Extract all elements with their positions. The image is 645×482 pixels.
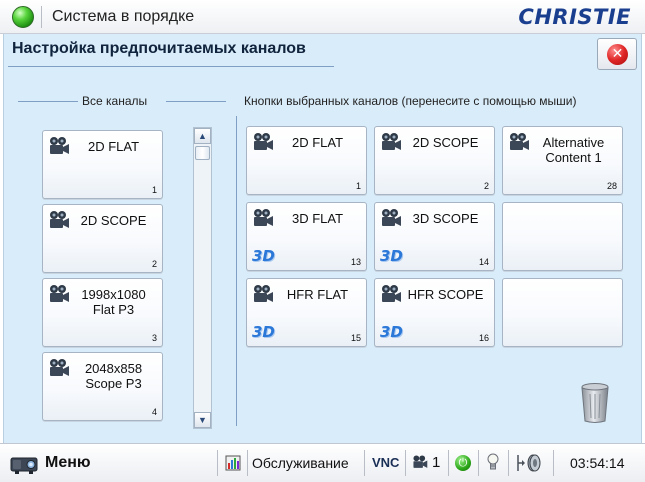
- film-camera-icon: [50, 359, 69, 376]
- channel-list-item[interactable]: 2048x858 Scope P3 4: [42, 352, 163, 421]
- film-camera-icon: [382, 285, 401, 302]
- lens-icon[interactable]: [516, 453, 544, 473]
- title-underline: [8, 66, 334, 67]
- channel-list-item[interactable]: 2D FLAT 1: [42, 130, 163, 199]
- lamp-bulb-icon[interactable]: [487, 453, 499, 472]
- film-camera-icon: [382, 133, 401, 150]
- all-channels-heading-line-left: [18, 101, 78, 102]
- selected-channels-heading: Кнопки выбранных каналов (перенесите с п…: [244, 94, 577, 108]
- service-button[interactable]: Обслуживание: [252, 455, 349, 471]
- selected-channel-button[interactable]: 3D SCOPE 3D 14: [374, 202, 495, 271]
- channel-number: 16: [478, 333, 489, 343]
- channel-number: 14: [478, 257, 489, 267]
- toolbar-separator: [217, 450, 218, 476]
- channel-number: 15: [350, 333, 361, 343]
- channel-list-item[interactable]: 2D SCOPE 2: [42, 204, 163, 273]
- channel-label: 2D FLAT: [291, 135, 344, 150]
- film-camera-icon: [50, 137, 69, 154]
- channel-list-item[interactable]: 1998x1080 Flat P3 3: [42, 278, 163, 347]
- section-divider: [236, 116, 237, 426]
- channel-label: 2048x858 Scope P3: [84, 361, 143, 391]
- scroll-thumb[interactable]: [195, 146, 210, 160]
- channel-label: HFR FLAT: [286, 287, 349, 302]
- scroll-up-arrow-icon[interactable]: ▲: [194, 128, 211, 144]
- film-camera-icon: [254, 285, 273, 302]
- channel-number: 28: [606, 181, 617, 191]
- empty-channel-slot[interactable]: [502, 202, 623, 271]
- close-icon: ✕: [607, 44, 628, 65]
- clock: 03:54:14: [570, 455, 625, 471]
- status-ok-icon[interactable]: [12, 6, 34, 28]
- selected-channel-button[interactable]: 2D FLAT 1: [246, 126, 367, 195]
- page-title: Настройка предпочитаемых каналов: [12, 40, 306, 57]
- toolbar-separator: [478, 450, 479, 476]
- empty-channel-slot[interactable]: [502, 278, 623, 347]
- toolbar-separator: [364, 450, 365, 476]
- vnc-indicator[interactable]: VNC: [372, 455, 399, 470]
- channel-label: HFR SCOPE: [407, 287, 484, 302]
- channel-number: 1: [355, 181, 361, 191]
- scroll-down-arrow-icon[interactable]: ▼: [194, 412, 211, 428]
- bottom-toolbar: Меню Обслуживание VNC 1 ⏻ 03:54:14: [0, 443, 645, 482]
- channel-label: 3D FLAT: [291, 211, 344, 226]
- selected-channel-button[interactable]: HFR FLAT 3D 15: [246, 278, 367, 347]
- trash-icon[interactable]: [580, 382, 610, 424]
- selected-channel-button[interactable]: HFR SCOPE 3D 16: [374, 278, 495, 347]
- channel-list-scrollbar[interactable]: ▲ ▼: [193, 127, 212, 429]
- channel-number: 1: [151, 185, 157, 195]
- system-status-text: Система в порядке: [52, 8, 195, 25]
- selected-channel-button[interactable]: 3D FLAT 3D 13: [246, 202, 367, 271]
- toolbar-separator: [247, 450, 248, 476]
- channel-number: 2: [151, 259, 157, 269]
- selected-channel-button[interactable]: Alternative Content 1 28: [502, 126, 623, 195]
- film-camera-icon: [254, 133, 273, 150]
- 3d-badge-icon: 3D: [252, 247, 275, 265]
- 3d-badge-icon: 3D: [252, 323, 275, 341]
- status-separator: [41, 6, 42, 28]
- channel-label: 3D SCOPE: [412, 211, 479, 226]
- 3d-badge-icon: 3D: [380, 247, 403, 265]
- film-camera-icon: [50, 285, 69, 302]
- toolbar-separator: [448, 450, 449, 476]
- power-icon[interactable]: ⏻: [455, 455, 471, 471]
- channel-number: 4: [151, 407, 157, 417]
- selected-channel-button[interactable]: 2D SCOPE 2: [374, 126, 495, 195]
- channel-number: 2: [483, 181, 489, 191]
- film-camera-icon: [254, 209, 273, 226]
- film-camera-icon: [50, 211, 69, 228]
- toolbar-separator: [508, 450, 509, 476]
- channel-number: 3: [151, 333, 157, 343]
- toolbar-separator: [553, 450, 554, 476]
- film-camera-icon: [510, 133, 529, 150]
- channel-label: Alternative Content 1: [542, 135, 605, 165]
- 3d-badge-icon: 3D: [380, 323, 403, 341]
- projector-icon[interactable]: [9, 451, 39, 475]
- preferred-channels-panel: Настройка предпочитаемых каналов ✕ Все к…: [3, 34, 642, 443]
- channel-label: 2D FLAT: [87, 139, 140, 154]
- christie-logo: CHRISTIE: [518, 5, 631, 29]
- channel-label: 2D SCOPE: [412, 135, 479, 150]
- film-camera-icon: [382, 209, 401, 226]
- film-camera-icon[interactable]: [412, 454, 428, 470]
- channel-label: 2D SCOPE: [80, 213, 147, 228]
- all-channels-heading: Все каналы: [82, 94, 148, 108]
- all-channels-heading-line-right: [166, 101, 226, 102]
- toolbar-separator: [405, 450, 406, 476]
- menu-button[interactable]: Меню: [45, 454, 91, 472]
- channel-label: 1998x1080 Flat P3: [81, 287, 146, 317]
- active-channel-number: 1: [432, 454, 441, 471]
- service-icon[interactable]: [225, 455, 241, 471]
- close-button[interactable]: ✕: [597, 38, 637, 70]
- channel-number: 13: [350, 257, 361, 267]
- top-status-bar: Система в порядке CHRISTIE: [0, 0, 645, 34]
